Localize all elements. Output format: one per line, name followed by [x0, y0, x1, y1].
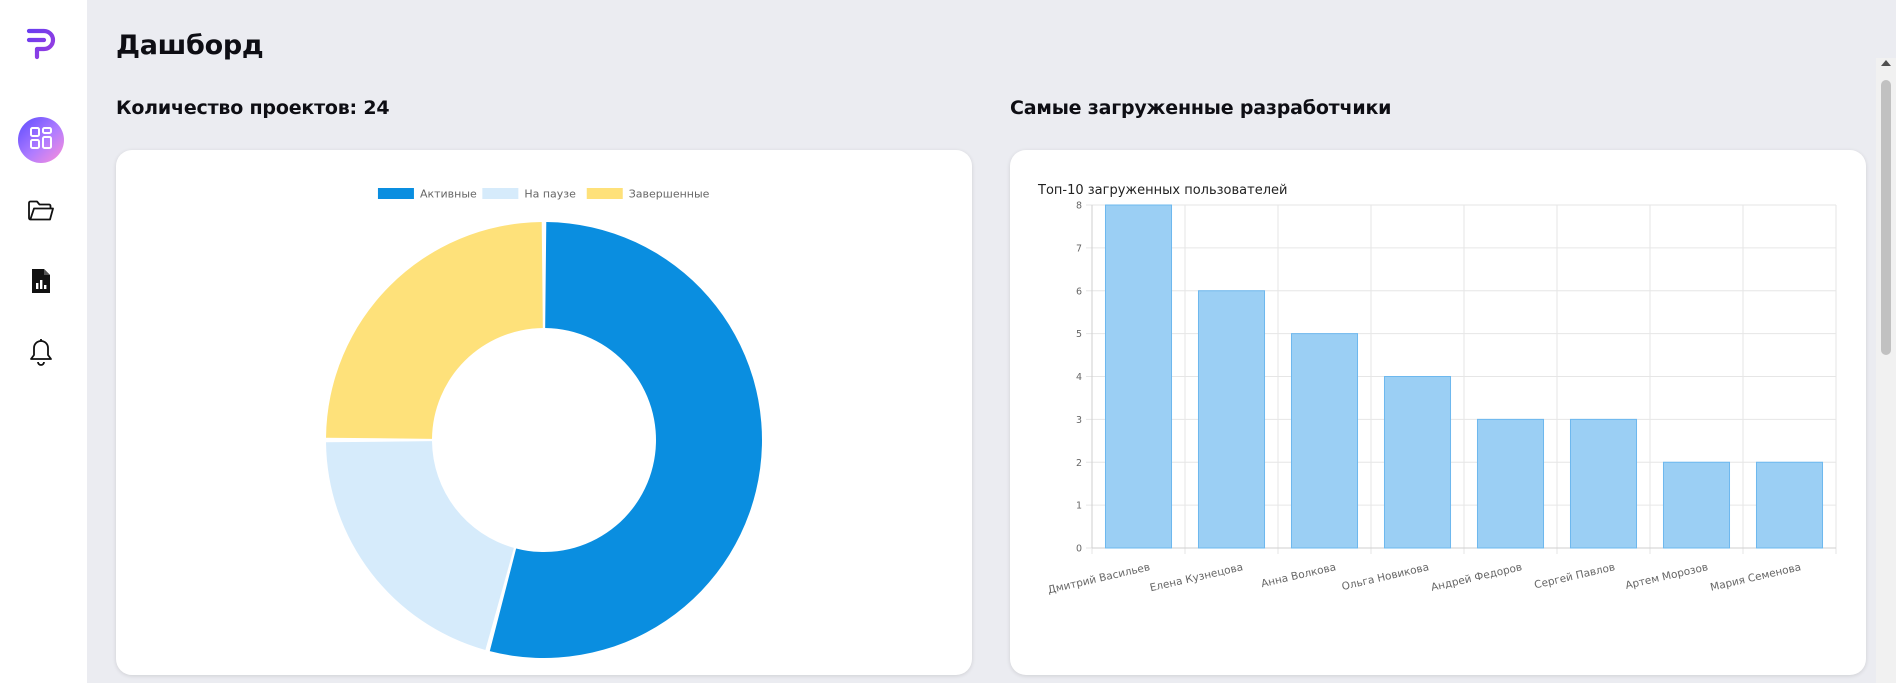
- legend-item[interactable]: На паузе: [482, 188, 576, 201]
- bar-1[interactable]: [1197, 290, 1266, 549]
- sidebar-item-projects[interactable]: [18, 189, 64, 235]
- sidebar: [0, 0, 87, 683]
- y-tick-label: 3: [1076, 415, 1082, 426]
- legend-swatch: [586, 188, 623, 199]
- projects-count-title: Количество проектов: 24: [116, 97, 390, 119]
- developers-bar-chart: Топ-10 загруженных пользователей 0 1 2 3 4 5 6 7…: [1037, 183, 1837, 596]
- legend-label: Активные: [420, 188, 477, 201]
- bar-5[interactable]: [1569, 418, 1638, 549]
- x-tick-label: Андрей Федоров: [1430, 561, 1523, 594]
- x-tick-label: Дмитрий Васильев: [1047, 561, 1152, 596]
- doughnut-slice-2[interactable]: [326, 222, 543, 439]
- bell-icon: [29, 338, 53, 370]
- y-tick-label: 7: [1076, 243, 1082, 254]
- y-tick-label: 6: [1076, 286, 1082, 297]
- x-tick-label: Елена Кузнецова: [1149, 561, 1244, 594]
- bar-2[interactable]: [1290, 333, 1359, 549]
- developers-chart-card: Топ-10 загруженных пользователей 0 1 2 3 4 5 6 7…: [1010, 150, 1866, 675]
- scroll-up-arrow-icon[interactable]: [1881, 60, 1891, 66]
- legend-label: Завершенные: [629, 188, 710, 201]
- x-tick-label: Артем Морозов: [1624, 561, 1709, 592]
- scrollbar-thumb[interactable]: [1881, 80, 1891, 355]
- report-file-icon: [30, 267, 52, 299]
- legend-swatch: [482, 188, 519, 199]
- legend-label: На паузе: [524, 188, 576, 201]
- sidebar-item-reports[interactable]: [18, 260, 64, 306]
- projects-doughnut-chart: Активные На паузе Завершенные: [326, 188, 763, 659]
- folder-icon: [27, 198, 55, 226]
- y-tick-label: 2: [1076, 458, 1082, 469]
- sidebar-item-dashboard[interactable]: [18, 117, 64, 163]
- bar-7[interactable]: [1755, 461, 1824, 549]
- y-tick-label: 5: [1076, 329, 1082, 340]
- y-tick-label: 8: [1076, 201, 1082, 212]
- page-title: Дашборд: [116, 30, 264, 61]
- bar-4[interactable]: [1476, 418, 1545, 549]
- sidebar-item-notifications[interactable]: [18, 331, 64, 377]
- x-tick-label: Мария Семенова: [1709, 561, 1802, 594]
- developers-section-title: Самые загруженные разработчики: [1010, 97, 1392, 119]
- y-tick-label: 4: [1076, 372, 1082, 383]
- projects-chart-card: Активные На паузе Завершенные: [116, 150, 972, 675]
- bar-3[interactable]: [1383, 376, 1452, 549]
- bar-6[interactable]: [1662, 461, 1731, 549]
- y-tick-label: 1: [1076, 501, 1082, 512]
- x-tick-label: Анна Волкова: [1260, 561, 1337, 590]
- dashboard-icon: [28, 125, 54, 155]
- chart-legend: Активные На паузе Завершенные: [377, 188, 710, 201]
- brand-logo-icon[interactable]: [24, 26, 60, 62]
- legend-item[interactable]: Завершенные: [586, 188, 710, 201]
- doughnut-slice-1[interactable]: [326, 441, 514, 650]
- bar-0[interactable]: [1104, 204, 1173, 549]
- legend-swatch: [377, 188, 414, 199]
- chart-title: Топ-10 загруженных пользователей: [1037, 183, 1287, 198]
- main-content: Дашборд Количество проектов: 24 Самые за…: [87, 0, 1896, 683]
- legend-item[interactable]: Активные: [377, 188, 477, 201]
- vertical-scrollbar[interactable]: [1876, 58, 1896, 683]
- x-tick-label: Ольга Новикова: [1341, 561, 1431, 593]
- y-tick-label: 0: [1076, 544, 1082, 555]
- x-tick-label: Сергей Павлов: [1533, 561, 1616, 591]
